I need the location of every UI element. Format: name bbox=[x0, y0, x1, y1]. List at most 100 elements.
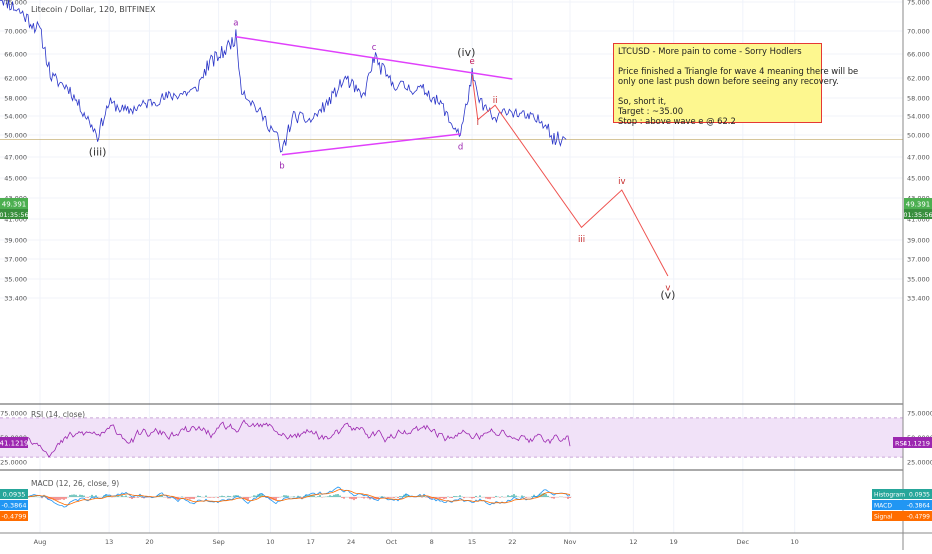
macd-signal-left: -0.4799 bbox=[1, 513, 26, 521]
price-tick-right: 47.000 bbox=[907, 154, 930, 162]
macd-histogram-bar bbox=[473, 497, 474, 498]
note-gap bbox=[618, 86, 817, 96]
macd-histogram-bar bbox=[363, 497, 364, 499]
wave-label: b bbox=[279, 161, 284, 171]
note-line-1: Price finished a Triangle for wave 4 mea… bbox=[618, 66, 817, 76]
macd-histogram-bar bbox=[73, 494, 74, 497]
macd-histogram-bar bbox=[343, 497, 344, 499]
macd-histogram-bar bbox=[361, 497, 362, 498]
macd-histogram-bar bbox=[179, 497, 180, 498]
macd-histogram-name: Histogram bbox=[874, 492, 905, 499]
macd-histogram-bar bbox=[523, 496, 524, 497]
price-tick-left: 75.000 bbox=[4, 0, 27, 7]
macd-line-right: -0.3864 bbox=[907, 503, 930, 510]
price-tick-left: 47.000 bbox=[4, 154, 27, 162]
macd-histogram-bar bbox=[121, 495, 122, 497]
countdown-left: 01:35:56 bbox=[0, 211, 29, 219]
price-tick-left: 54.000 bbox=[4, 113, 27, 121]
time-tick: 10 bbox=[791, 538, 799, 546]
price-badge-right-value: 49.391 bbox=[906, 201, 931, 209]
note-line-2: only one last push down before seeing an… bbox=[618, 76, 817, 86]
macd-histogram-bar bbox=[389, 497, 390, 498]
macd-histogram-bar bbox=[193, 497, 194, 499]
macd-histogram-bar bbox=[485, 497, 486, 499]
macd-histogram-bar bbox=[511, 495, 512, 497]
macd-histogram-bar bbox=[331, 496, 332, 497]
note-gap bbox=[618, 56, 817, 66]
macd-histogram-bar bbox=[355, 497, 356, 499]
macd-histogram-bar bbox=[545, 494, 546, 497]
rsi-badge-left: 41.1219 bbox=[0, 437, 28, 448]
macd-histogram-bar bbox=[285, 495, 286, 497]
macd-histogram-bar bbox=[525, 497, 526, 498]
rsi-tick-left: 75.0000 bbox=[0, 410, 27, 418]
note-line-4: Target : ~35.00 bbox=[618, 106, 817, 116]
macd-histogram-bar bbox=[365, 497, 366, 498]
macd-histogram-bar bbox=[255, 496, 256, 497]
wave-label: iii bbox=[578, 235, 585, 245]
macd-badges-right: Histogram 0.0935 MACD -0.3864 Signal -0.… bbox=[872, 489, 932, 521]
macd-histogram-bar bbox=[185, 497, 186, 498]
macd-histogram-bar bbox=[551, 497, 552, 498]
macd-histogram-bar bbox=[249, 497, 250, 498]
macd-histogram-bar bbox=[129, 497, 130, 498]
macd-histogram-bar bbox=[223, 496, 224, 497]
macd-histogram-bar bbox=[327, 496, 328, 497]
macd-histogram-bar bbox=[221, 496, 222, 497]
macd-histogram-bar bbox=[393, 497, 394, 498]
macd-histogram-bar bbox=[489, 497, 490, 499]
price-badge-left: 49.391 01:35:56 bbox=[0, 198, 29, 219]
macd-histogram-bar bbox=[451, 497, 452, 498]
macd-histogram-bar bbox=[83, 496, 84, 497]
macd-histogram-bar bbox=[43, 496, 44, 497]
macd-line-name: MACD bbox=[874, 503, 892, 510]
macd-histogram-bar bbox=[437, 497, 438, 498]
rsi-badge-right: RSI 41.1219 bbox=[893, 437, 932, 448]
macd-histogram-bar bbox=[55, 497, 56, 500]
macd-histogram-bar bbox=[287, 496, 288, 497]
macd-histogram-bar bbox=[313, 495, 314, 497]
time-tick: Dec bbox=[737, 538, 750, 546]
note-title: LTCUSD - More pain to come - Sorry Hodle… bbox=[618, 46, 817, 56]
macd-histogram-bar bbox=[569, 497, 570, 498]
macd-histogram-bar bbox=[229, 496, 230, 497]
macd-histogram-bar bbox=[77, 496, 78, 497]
macd-histogram-bar bbox=[337, 494, 338, 497]
price-tick-right: 45.000 bbox=[907, 175, 930, 183]
wave-label: e bbox=[469, 57, 474, 67]
macd-histogram-bar bbox=[213, 497, 214, 498]
macd-histogram-bar bbox=[439, 497, 440, 499]
macd-histogram-bar bbox=[125, 496, 126, 497]
macd-histogram-bar bbox=[189, 497, 190, 499]
macd-histogram-bar bbox=[137, 497, 138, 498]
macd-histogram-bar bbox=[61, 497, 62, 499]
macd-histogram-bar bbox=[513, 494, 514, 497]
price-tick-right: 58.000 bbox=[907, 95, 930, 103]
macd-histogram-bar bbox=[367, 497, 368, 498]
analysis-note[interactable]: LTCUSD - More pain to come - Sorry Hodle… bbox=[613, 43, 822, 123]
price-tick-left: 62.000 bbox=[4, 75, 27, 83]
macd-histogram-bar bbox=[547, 496, 548, 497]
macd-signal-right: -0.4799 bbox=[907, 514, 930, 521]
macd-histogram-bar bbox=[463, 497, 464, 498]
price-tick-right: 37.000 bbox=[907, 256, 930, 264]
price-tick-left: 35.000 bbox=[4, 276, 27, 284]
macd-histogram-bar bbox=[123, 496, 124, 497]
macd-histogram-bar bbox=[187, 497, 188, 499]
price-badge-left-value: 49.391 bbox=[2, 201, 27, 209]
macd-histogram-bar bbox=[89, 496, 90, 497]
price-tick-right: 39.000 bbox=[907, 237, 930, 245]
macd-histogram-bar bbox=[455, 496, 456, 497]
macd-line-left: -0.3864 bbox=[1, 502, 26, 510]
note-line-3: So, short it, bbox=[618, 96, 817, 106]
macd-histogram-bar bbox=[87, 497, 88, 498]
price-tick-right: 54.000 bbox=[907, 113, 930, 121]
macd-histogram-bar bbox=[567, 497, 568, 499]
macd-histogram-bar bbox=[449, 497, 450, 498]
wave-label: c bbox=[372, 43, 377, 53]
macd-histogram-bar bbox=[495, 496, 496, 497]
price-tick-left: 58.000 bbox=[4, 95, 27, 103]
macd-histogram-bar bbox=[531, 496, 532, 497]
macd-histogram-bar bbox=[35, 496, 36, 497]
macd-histogram-bar bbox=[401, 496, 402, 497]
